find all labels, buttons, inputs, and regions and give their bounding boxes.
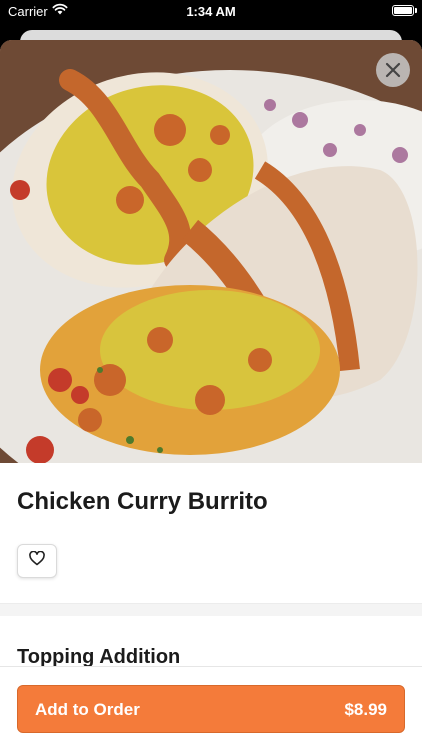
- item-title: Chicken Curry Burrito: [17, 488, 268, 515]
- battery-icon: [392, 5, 414, 16]
- status-bar: Carrier 1:34 AM: [0, 0, 422, 24]
- burrito-photo: [0, 40, 422, 463]
- clock: 1:34 AM: [186, 4, 236, 19]
- battery-tip: [415, 8, 417, 13]
- close-button[interactable]: [376, 53, 410, 87]
- bottom-order-bar: Add to Order $8.99: [0, 666, 422, 750]
- add-to-order-label: Add to Order: [35, 700, 140, 719]
- heart-outline-icon: [29, 550, 45, 571]
- close-icon: [385, 62, 401, 78]
- item-detail-sheet: Chicken Curry Burrito Topping Addition A…: [0, 40, 422, 750]
- add-to-order-button[interactable]: Add to Order $8.99: [17, 685, 405, 733]
- section-divider: [0, 603, 422, 616]
- favorite-button[interactable]: [17, 544, 57, 578]
- order-price: $8.99: [344, 700, 387, 719]
